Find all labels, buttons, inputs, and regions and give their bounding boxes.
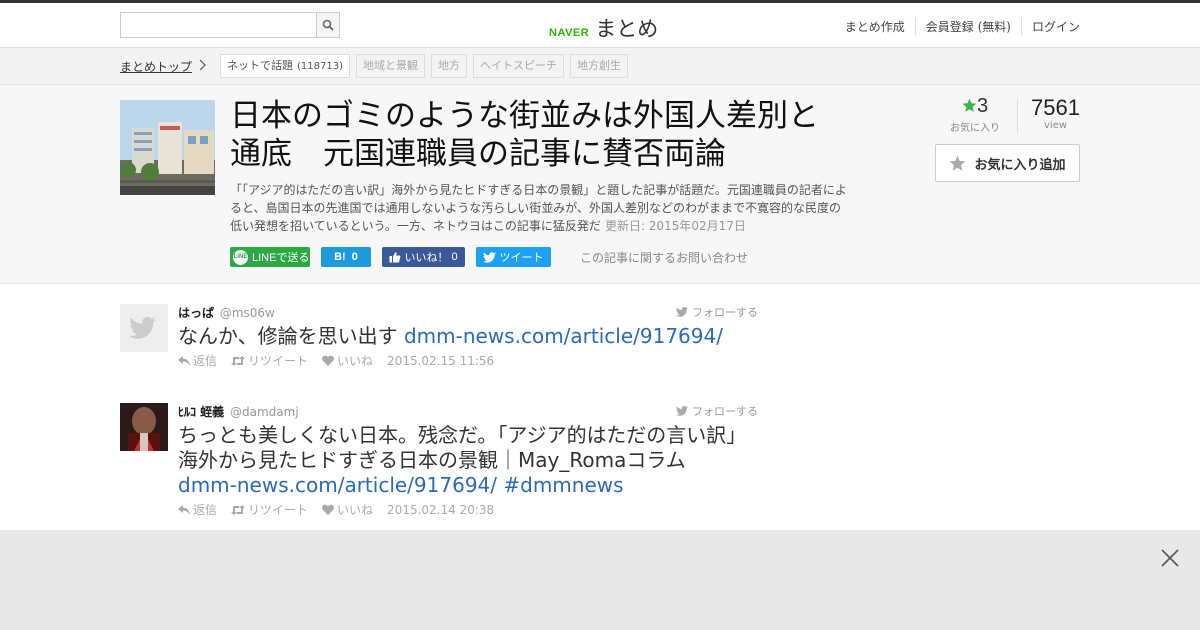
tweet-author-name[interactable]: はっぱ — [178, 306, 214, 320]
add-favorite-button[interactable]: お気に入り追加 — [935, 144, 1080, 182]
star-icon — [962, 98, 977, 112]
article-thumbnail[interactable] — [120, 100, 215, 195]
contact-link[interactable]: この記事に関するお問い合わせ — [580, 249, 748, 266]
view-label: view — [1044, 120, 1068, 131]
tweet-body: はっぱ @ms06w フォローする なんか、修論を思い出す dmm-news.c… — [178, 304, 758, 369]
view-number: 7561 — [1031, 95, 1080, 120]
like-button[interactable]: いいね — [322, 352, 373, 369]
reply-icon — [178, 355, 190, 366]
stats-divider — [1017, 99, 1018, 133]
reply-icon — [178, 504, 190, 515]
ad-overlay — [0, 530, 1200, 630]
article-title: 日本のゴミのような街並みは外国人差別と通底 元国連職員の記事に賛否両論 — [230, 98, 819, 172]
favorite-number: 3 — [976, 95, 989, 117]
updated-date: 更新日: 2015年02月17日 — [604, 219, 746, 233]
hatena-icon: B! — [334, 251, 346, 263]
view-count: 7561 view — [1031, 95, 1080, 131]
retweet-button[interactable]: リツイート — [231, 352, 308, 369]
tag-net-topic[interactable]: ネットで話題 (118713) — [220, 54, 350, 78]
tweet-header: はっぱ @ms06w フォローする — [178, 304, 758, 320]
avatar[interactable] — [120, 304, 168, 352]
thumbs-up-icon — [389, 252, 401, 263]
tweet-item: はっぱ @ms06w フォローする なんか、修論を思い出す dmm-news.c… — [120, 304, 760, 374]
share-hatena-button[interactable]: B! 0 — [321, 247, 371, 267]
avatar[interactable] — [120, 403, 168, 451]
tag-list: ネットで話題 (118713) 地域と景観 地方 ヘイトスピーチ 地方創生 — [220, 54, 628, 78]
nav-register[interactable]: 会員登録 (無料) — [914, 18, 1021, 35]
like-button[interactable]: いいね — [322, 501, 373, 518]
tweet-author-handle[interactable]: @ms06w — [220, 306, 275, 320]
tweet-text: なんか、修論を思い出す dmm-news.com/article/917694/ — [178, 324, 723, 348]
tweet-author-handle[interactable]: @damdamj — [230, 405, 299, 419]
follow-button[interactable]: フォローする — [676, 304, 758, 320]
nav-login[interactable]: ログイン — [1020, 18, 1080, 35]
logo-matome: まとめ — [595, 17, 659, 41]
retweet-icon — [231, 504, 246, 515]
tweet-date[interactable]: 2015.02.15 11:56 — [387, 354, 494, 368]
favorite-count: 3 お気に入り — [935, 95, 1015, 134]
tag-regional-revitalization[interactable]: 地方創生 — [569, 54, 628, 78]
share-row: LINE LINEで送る B! 0 いいね！ 0 ツイート この記事に関するお問… — [230, 247, 748, 267]
tag-region-landscape[interactable]: 地域と景観 — [355, 54, 425, 78]
search-button[interactable] — [316, 12, 340, 38]
reply-button[interactable]: 返信 — [178, 352, 217, 369]
favorite-label: お気に入り — [950, 123, 1000, 134]
tweet-body: ﾋﾙｺ 蛭義 @damdamj フォローする ちっとも美しくない日本。残念だ。「… — [178, 403, 758, 518]
breadcrumb-bar: まとめトップ ネットで話題 (118713) 地域と景観 地方 ヘイトスピーチ 地… — [0, 48, 1200, 85]
tweet-actions: 返信 リツイート いいね 2015.02.14 20:38 — [178, 501, 758, 518]
tag-region[interactable]: 地方 — [430, 54, 467, 78]
top-nav: まとめ作成 会員登録 (無料) ログイン — [835, 18, 1080, 35]
star-outline-icon — [950, 155, 966, 171]
twitter-bird-icon — [676, 406, 688, 416]
tweet-author-name[interactable]: ﾋﾙｺ 蛭義 — [178, 405, 224, 419]
nav-create-matome[interactable]: まとめ作成 — [835, 18, 915, 35]
share-line-button[interactable]: LINE LINEで送る — [230, 247, 310, 267]
search-icon — [322, 19, 334, 31]
tweet-item: ﾋﾙｺ 蛭義 @damdamj フォローする ちっとも美しくない日本。残念だ。「… — [120, 403, 760, 523]
top-bar: NAVER まとめ まとめ作成 会員登録 (無料) ログイン — [0, 0, 1200, 48]
share-facebook-button[interactable]: いいね！ 0 — [382, 247, 465, 267]
breadcrumb-top-link[interactable]: まとめトップ — [120, 58, 192, 75]
article-stats: 3 お気に入り 7561 view — [935, 95, 1080, 135]
reply-button[interactable]: 返信 — [178, 501, 217, 518]
retweet-icon — [231, 355, 246, 366]
tweet-link[interactable]: dmm-news.com/article/917694/ — [178, 473, 497, 497]
tweet-actions: 返信 リツイート いいね 2015.02.15 11:56 — [178, 352, 758, 369]
tag-hate-speech[interactable]: ヘイトスピーチ — [472, 54, 564, 78]
heart-icon — [322, 504, 335, 515]
line-icon: LINE — [233, 249, 248, 265]
tweet-header: ﾋﾙｺ 蛭義 @damdamj フォローする — [178, 403, 758, 419]
retweet-button[interactable]: リツイート — [231, 501, 308, 518]
tweet-date[interactable]: 2015.02.14 20:38 — [387, 503, 494, 517]
follow-button[interactable]: フォローする — [676, 403, 758, 419]
logo-naver: NAVER — [549, 27, 590, 39]
tweet-hashtag[interactable]: #dmmnews — [503, 473, 623, 497]
share-twitter-button[interactable]: ツイート — [476, 247, 551, 267]
site-logo[interactable]: NAVER まとめ — [549, 13, 658, 43]
close-icon[interactable] — [1160, 548, 1180, 568]
tweet-link[interactable]: dmm-news.com/article/917694/ — [404, 324, 723, 348]
article-description: 「「アジア的はただの言い訳」海外から見たヒドすぎる日本の景観」と題した記事が話題… — [230, 181, 850, 235]
chevron-right-icon — [199, 59, 206, 71]
search-input[interactable] — [120, 12, 316, 38]
heart-icon — [322, 355, 335, 366]
article-header: 日本のゴミのような街並みは外国人差別と通底 元国連職員の記事に賛否両論 「「アジ… — [0, 85, 1200, 284]
twitter-bird-icon — [483, 251, 497, 263]
description-text: 「「アジア的はただの言い訳」海外から見たヒドすぎる日本の景観」と題した記事が話題… — [230, 183, 847, 233]
twitter-bird-icon — [676, 307, 688, 317]
tweet-text: ちっとも美しくない日本。残念だ。「アジア的はただの言い訳」海外から見たヒドすぎる… — [178, 423, 737, 497]
